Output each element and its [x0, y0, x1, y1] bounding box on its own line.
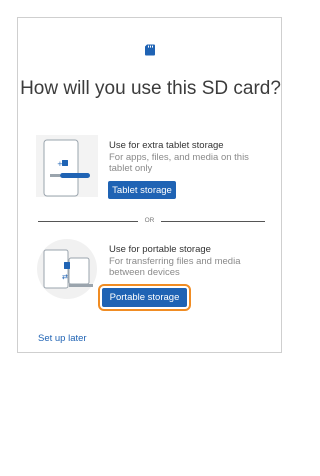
or-divider: OR	[38, 216, 265, 226]
tablet-storage-heading: Use for extra tablet storage	[109, 140, 224, 151]
svg-text:+: +	[57, 160, 63, 168]
sd-card-setup-dialog: How will you use this SD card? + Use for…	[17, 17, 282, 353]
svg-text:⇄: ⇄	[62, 273, 68, 281]
tablet-storage-illustration: +	[36, 135, 98, 197]
divider-line-left	[38, 221, 138, 222]
portable-storage-description: For transferring files and media between…	[109, 256, 241, 278]
page-title: How will you use this SD card?	[20, 78, 281, 99]
portable-storage-heading: Use for portable storage	[109, 244, 211, 255]
divider-line-right	[161, 221, 265, 222]
set-up-later-link[interactable]: Set up later	[38, 333, 87, 344]
divider-label: OR	[144, 217, 155, 224]
portable-storage-button[interactable]: Portable storage	[102, 288, 187, 307]
tablet-storage-description: For apps, files, and media on this table…	[109, 152, 249, 174]
tablet-storage-button[interactable]: Tablet storage	[108, 181, 176, 199]
portable-storage-illustration: ⇄	[37, 239, 97, 299]
sd-card-icon	[145, 44, 155, 56]
